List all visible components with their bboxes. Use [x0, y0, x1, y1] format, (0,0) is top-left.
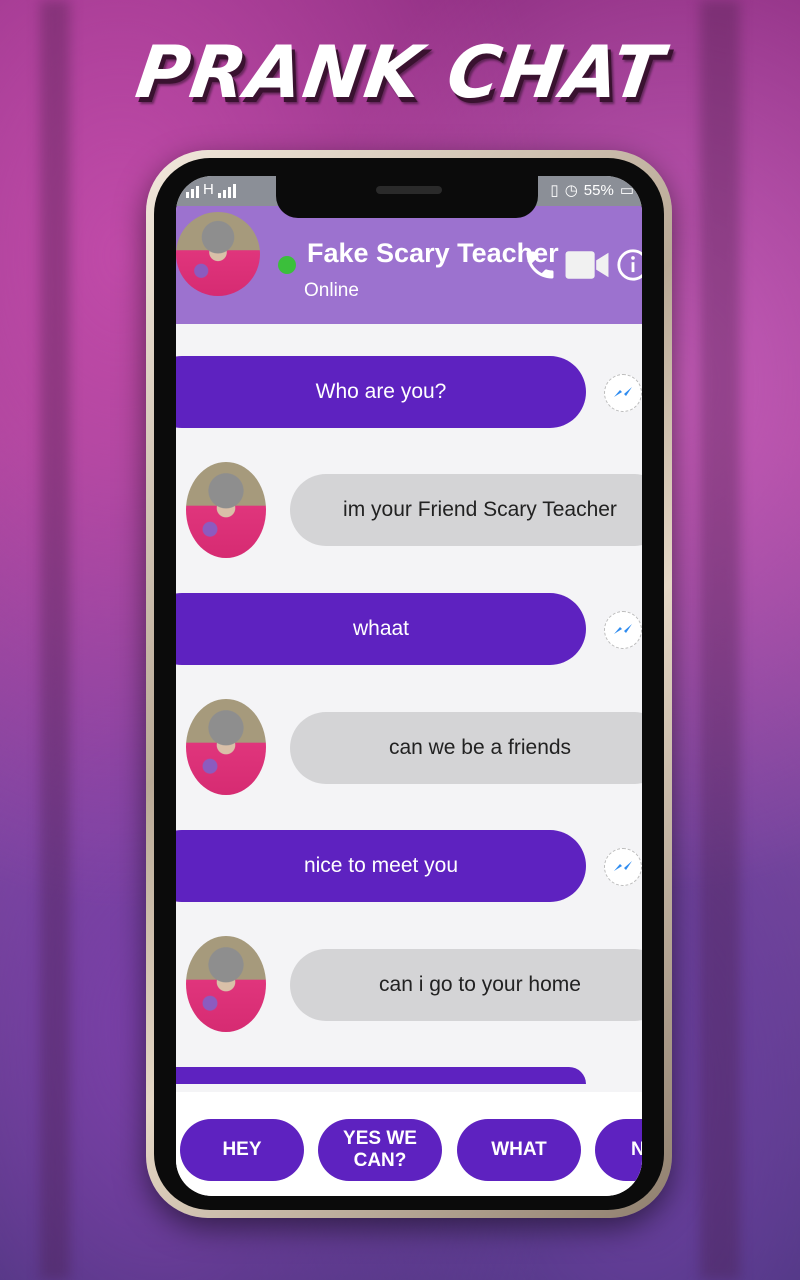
- received-message: can we be a friends: [290, 712, 642, 784]
- phone-icon[interactable]: [522, 246, 558, 289]
- contact-name: Fake Scary Teacher: [307, 238, 559, 268]
- message-text: nice to meet you: [303, 854, 459, 877]
- phone-speaker: [376, 186, 442, 194]
- vibrate-icon: ▯: [550, 182, 559, 199]
- video-call-icon[interactable]: [564, 246, 610, 289]
- quick-reply-what[interactable]: WHAT: [457, 1119, 581, 1181]
- messenger-icon: [604, 374, 642, 412]
- message-list[interactable]: Who are you? im your Friend Scary Teache…: [176, 324, 642, 1084]
- sent-message: Who are you?: [176, 356, 586, 428]
- chat-header: Fake Scary Teacher Online: [176, 206, 642, 324]
- contact-avatar[interactable]: [176, 212, 260, 296]
- alarm-icon: ◷: [564, 182, 578, 199]
- message-text: whaat: [352, 617, 410, 640]
- messenger-icon: [604, 611, 642, 649]
- quick-reply-hey[interactable]: HEY: [180, 1119, 304, 1181]
- info-icon[interactable]: [616, 246, 642, 289]
- message-text: Who are you?: [315, 380, 447, 403]
- messenger-icon: [604, 848, 642, 886]
- online-indicator: [278, 256, 296, 274]
- contact-avatar: [186, 462, 266, 558]
- phone-notch: [276, 176, 538, 218]
- contact-avatar: [186, 699, 266, 795]
- message-text: im your Friend Scary Teacher: [343, 498, 617, 521]
- received-message: can i go to your home: [290, 949, 642, 1021]
- quick-reply-yes-we-can[interactable]: YES WE CAN?: [318, 1119, 442, 1181]
- network-type: H: [203, 181, 214, 198]
- quick-reply-bar: HEY YES WE CAN? WHAT N: [176, 1092, 642, 1196]
- message-text: can we be a friends: [388, 736, 572, 759]
- contact-status: Online: [304, 280, 359, 301]
- sent-message: [176, 1067, 586, 1084]
- sent-message: nice to meet you: [176, 830, 586, 902]
- battery-level: 55%: [583, 181, 614, 199]
- background-tree: [40, 0, 70, 1280]
- background-tree: [700, 0, 740, 1280]
- chat-screen: H ▯ ◷ 55% ▭ Fake Scary Teacher Online Wh…: [176, 176, 642, 1196]
- received-message: im your Friend Scary Teacher: [290, 474, 642, 546]
- promo-title: PRANK CHAT: [131, 30, 669, 114]
- battery-icon: ▭: [619, 182, 634, 199]
- quick-reply-next[interactable]: N: [595, 1119, 642, 1181]
- signal-icon: [186, 186, 199, 198]
- sent-message: whaat: [176, 593, 586, 665]
- signal-icon: [217, 184, 236, 198]
- contact-avatar: [186, 936, 266, 1032]
- message-text: can i go to your home: [379, 973, 581, 996]
